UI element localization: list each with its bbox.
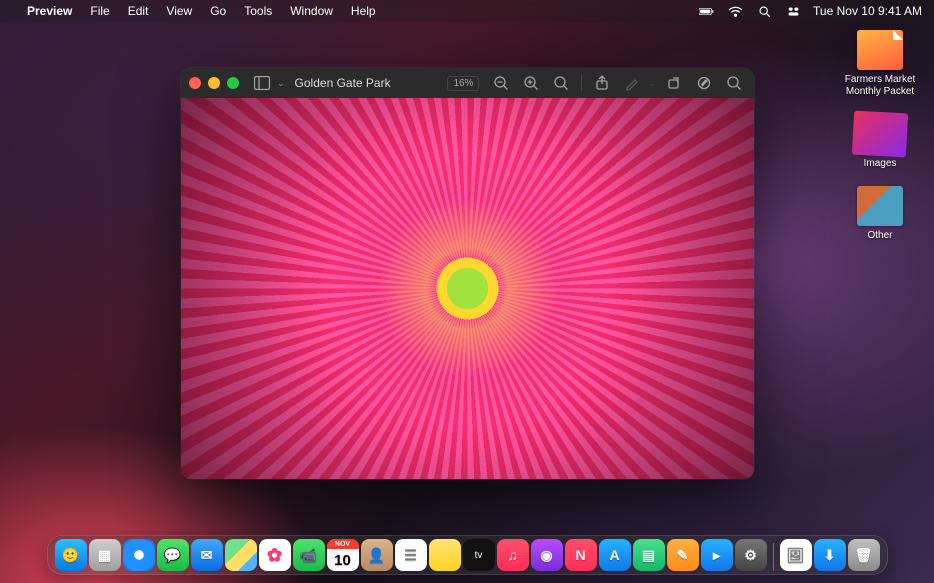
dock-app-facetime[interactable]: 📹 [293, 539, 325, 571]
zoom-percentage[interactable]: 16% [447, 76, 479, 91]
document-icon [857, 30, 903, 70]
control-center-icon[interactable] [786, 5, 801, 18]
dock-app-maps[interactable] [225, 539, 257, 571]
desktop-stack-images[interactable]: Images [838, 114, 922, 170]
dock-app-safari[interactable] [123, 539, 155, 571]
dock-app-notes[interactable] [429, 539, 461, 571]
menu-view[interactable]: View [166, 4, 192, 18]
stack-icon [856, 113, 904, 155]
menu-go[interactable]: Go [210, 4, 226, 18]
desktop-file-label: Other [838, 230, 922, 242]
dock-app-appstore[interactable]: A [599, 539, 631, 571]
stack-icon [857, 186, 903, 226]
wifi-icon[interactable] [728, 5, 743, 18]
highlight-button[interactable] [620, 72, 644, 94]
dock-app-podcasts[interactable]: ◉ [531, 539, 563, 571]
spotlight-icon[interactable] [757, 5, 772, 18]
desktop-file-label: Images [838, 158, 922, 170]
dock-divider [773, 543, 774, 571]
dock-app-calendar[interactable]: NOV10 [327, 539, 359, 571]
zoom-out-button[interactable] [489, 72, 513, 94]
dock-app-preview[interactable]: 🖼 [780, 539, 812, 571]
dock-app-music[interactable]: ♫ [497, 539, 529, 571]
share-button[interactable] [590, 72, 614, 94]
window-title: Golden Gate Park [295, 76, 391, 90]
preview-content[interactable] [181, 98, 754, 479]
menu-bar-clock[interactable]: Tue Nov 10 9:41 AM [813, 4, 922, 18]
preview-window: ⌄ Golden Gate Park 16% ⌄ [181, 68, 754, 479]
desktop-icons: Farmers MarketMonthly Packet Images Othe… [838, 30, 922, 258]
dock-app-numbers[interactable]: ▤ [633, 539, 665, 571]
dock-app-news[interactable]: N [565, 539, 597, 571]
menu-edit[interactable]: Edit [128, 4, 149, 18]
dock-app-contacts[interactable]: 👤 [361, 539, 393, 571]
window-titlebar[interactable]: ⌄ Golden Gate Park 16% ⌄ [181, 68, 754, 98]
dock-app-reminders[interactable]: ☰ [395, 539, 427, 571]
rotate-button[interactable] [662, 72, 686, 94]
dock-app-pages[interactable]: ✎ [667, 539, 699, 571]
dock: 🙂▦ 💬✉︎ ✿📹NOV10👤☰ tv♫◉NA▤✎▸⚙︎ 🖼⬇︎🗑 [47, 535, 888, 575]
battery-icon[interactable] [699, 5, 714, 18]
dock-app-tv[interactable]: tv [463, 539, 495, 571]
search-button[interactable] [722, 72, 746, 94]
traffic-lights [189, 77, 239, 89]
app-menu[interactable]: Preview [27, 4, 72, 18]
menu-bar: Preview File Edit View Go Tools Window H… [0, 0, 934, 22]
dock-app-finder[interactable]: 🙂 [55, 539, 87, 571]
desktop-stack-other[interactable]: Other [838, 186, 922, 242]
markup-button[interactable] [692, 72, 716, 94]
toolbar-separator [581, 75, 582, 91]
zoom-to-fit-button[interactable] [549, 72, 573, 94]
dock-app-messages[interactable]: 💬 [157, 539, 189, 571]
fullscreen-button[interactable] [227, 77, 239, 89]
dock-app-downloads[interactable]: ⬇︎ [814, 539, 846, 571]
chevron-down-icon[interactable]: ⌄ [277, 78, 285, 89]
minimize-button[interactable] [208, 77, 220, 89]
dock-area: 🙂▦ 💬✉︎ ✿📹NOV10👤☰ tv♫◉NA▤✎▸⚙︎ 🖼⬇︎🗑 [0, 535, 934, 575]
dock-app-settings[interactable]: ⚙︎ [735, 539, 767, 571]
sidebar-toggle-button[interactable] [251, 73, 273, 93]
desktop-file-label: Farmers MarketMonthly Packet [838, 74, 922, 98]
menu-help[interactable]: Help [351, 4, 376, 18]
menu-tools[interactable]: Tools [244, 4, 272, 18]
dock-app-trash[interactable]: 🗑 [848, 539, 880, 571]
chevron-down-icon[interactable]: ⌄ [648, 78, 656, 89]
dock-app-mail[interactable]: ✉︎ [191, 539, 223, 571]
dock-app-keynote[interactable]: ▸ [701, 539, 733, 571]
menu-window[interactable]: Window [290, 4, 333, 18]
dock-app-photos[interactable]: ✿ [259, 539, 291, 571]
dock-app-launchpad[interactable]: ▦ [89, 539, 121, 571]
close-button[interactable] [189, 77, 201, 89]
zoom-in-button[interactable] [519, 72, 543, 94]
desktop-file-farmers-packet[interactable]: Farmers MarketMonthly Packet [838, 30, 922, 98]
menu-file[interactable]: File [90, 4, 109, 18]
displayed-image [181, 98, 754, 479]
